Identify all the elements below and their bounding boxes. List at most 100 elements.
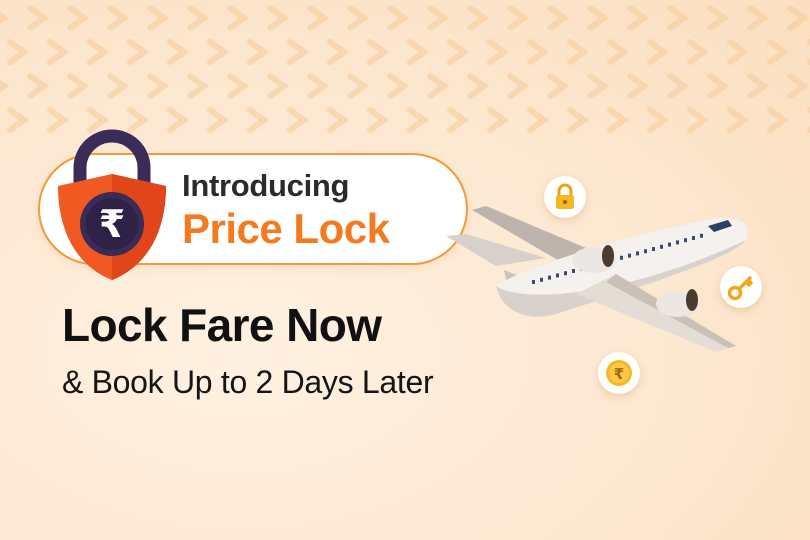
chevron-mark [667, 73, 690, 99]
chevron-mark [627, 5, 650, 31]
chevron-mark [267, 73, 290, 99]
chevron-mark [347, 73, 370, 99]
chevron-mark [527, 39, 550, 65]
chevron-mark [187, 5, 210, 31]
plane-window [532, 280, 535, 284]
rupee-symbol: ₹ [99, 202, 125, 246]
plane-window [692, 236, 695, 240]
plane-window [548, 275, 551, 280]
chevron-mark [247, 107, 270, 133]
chevron-mark [147, 73, 170, 99]
plane-window [556, 273, 559, 278]
chevron-mark [87, 39, 110, 65]
chevron-mark [247, 39, 270, 65]
chevron-mark [107, 5, 130, 31]
chevron-mark [47, 107, 70, 133]
chevron-mark [207, 39, 230, 65]
chevron-mark [567, 107, 590, 133]
chevron-mark [767, 107, 790, 133]
chevron-mark [287, 39, 310, 65]
plane-window [540, 277, 543, 282]
chevron-mark [487, 39, 510, 65]
coin-rupee-symbol: ₹ [614, 365, 624, 383]
chevron-mark [0, 79, 10, 93]
chevron-mark [687, 107, 710, 133]
plane-window [700, 233, 703, 238]
chevron-mark [27, 73, 50, 99]
chevron-mark [727, 39, 750, 65]
chevron-mark [347, 5, 370, 31]
chevron-mark [7, 107, 30, 133]
chevron-mark [687, 39, 710, 65]
coin-badge: ₹ [598, 352, 640, 394]
subheadline: & Book Up to 2 Days Later [62, 364, 434, 400]
chevron-mark [447, 107, 470, 133]
chevron-mark [127, 107, 150, 133]
chevron-mark [107, 73, 130, 99]
chevron-mark [627, 73, 650, 99]
chevron-mark [47, 39, 70, 65]
plane-window [572, 269, 575, 273]
plane-window [636, 251, 639, 256]
chevron-mark [7, 39, 30, 65]
lock-badge [544, 176, 586, 218]
chevron-mark [407, 39, 430, 65]
chevron-mark [647, 39, 670, 65]
chevron-mark [747, 73, 770, 99]
chevron-mark [147, 5, 170, 31]
chevron-mark [327, 39, 350, 65]
chevron-mark [507, 5, 530, 31]
chevron-mark [307, 5, 330, 31]
chevron-mark [407, 107, 430, 133]
key-icon [727, 276, 753, 301]
chevron-mark [747, 5, 770, 31]
chevron-mark [707, 5, 730, 31]
product-name: Price Lock [182, 205, 390, 252]
rupee-coin-icon: ₹ [606, 360, 632, 386]
chevron-mark [667, 5, 690, 31]
padlock-shield-rupee-icon: ₹ [58, 129, 166, 280]
chevron-mark [787, 73, 810, 99]
plane-window [652, 247, 655, 251]
chevron-mark [327, 107, 350, 133]
chevron-mark [707, 73, 730, 99]
chevron-mark [127, 39, 150, 65]
chevron-mark [367, 107, 390, 133]
chevron-mark [507, 73, 530, 99]
key-badge [720, 266, 762, 308]
chevron-mark [287, 107, 310, 133]
promo-banner: ₹ Introducing Price Lock Lock Fare Now &… [0, 0, 810, 540]
chevron-mark [427, 73, 450, 99]
chevron-mark [67, 73, 90, 99]
chevron-pattern [0, 5, 810, 133]
chevron-mark [567, 39, 590, 65]
chevron-mark [607, 107, 630, 133]
chevron-mark [207, 107, 230, 133]
chevron-mark [587, 5, 610, 31]
plane-window [564, 271, 567, 276]
plane-window [668, 242, 671, 247]
chevron-mark [787, 5, 810, 31]
chevron-mark [0, 11, 10, 25]
headline: Lock Fare Now [62, 299, 382, 351]
chevron-mark [167, 39, 190, 65]
chevron-mark [27, 5, 50, 31]
plane-window [660, 244, 663, 249]
chevron-mark [387, 73, 410, 99]
chevron-mark [427, 5, 450, 31]
chevron-mark [607, 39, 630, 65]
plane-window [628, 253, 631, 258]
chevron-mark [587, 73, 610, 99]
chevron-mark [467, 5, 490, 31]
chevron-mark [187, 73, 210, 99]
airplane-icon [446, 206, 748, 352]
chevron-mark [227, 73, 250, 99]
chevron-mark [767, 39, 790, 65]
plane-window [644, 249, 647, 254]
chevron-mark [67, 5, 90, 31]
chevron-mark [87, 107, 110, 133]
chevron-mark [527, 107, 550, 133]
chevron-mark [647, 107, 670, 133]
chevron-mark [727, 107, 750, 133]
chevron-mark [467, 73, 490, 99]
